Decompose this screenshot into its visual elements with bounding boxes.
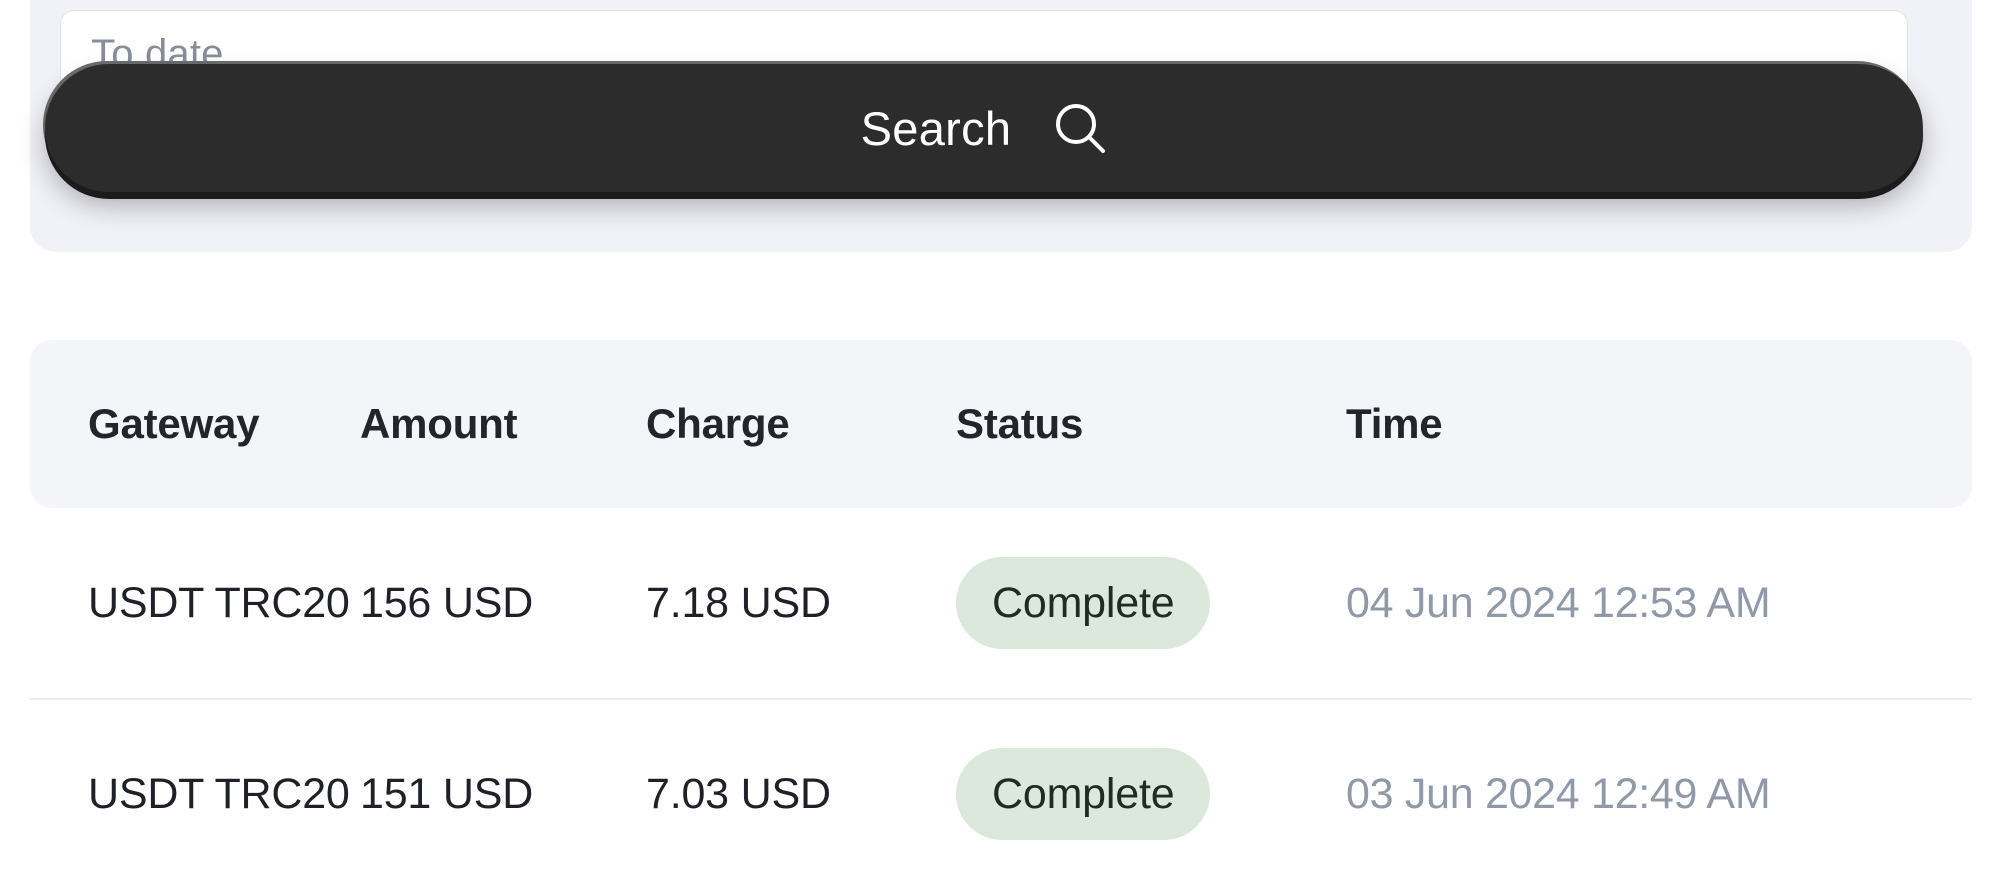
cell-charge: 7.03 USD	[646, 773, 956, 816]
transactions-table: Gateway Amount Charge Status Time USDT T…	[30, 340, 1972, 888]
column-header-amount: Amount	[360, 403, 646, 445]
search-icon	[1053, 101, 1107, 155]
cell-time: 03 Jun 2024 12:49 AM	[1346, 773, 1906, 816]
search-button-label: Search	[861, 105, 1012, 152]
status-badge: Complete	[956, 557, 1210, 649]
timestamp: 04 Jun 2024 12:53 AM	[1346, 579, 1770, 627]
cell-charge: 7.18 USD	[646, 582, 956, 625]
cell-gateway: USDT TRC20	[30, 582, 360, 625]
status-badge: Complete	[956, 748, 1210, 840]
table-row[interactable]: USDT TRC20 156 USD 7.18 USD Complete 04 …	[30, 508, 1972, 698]
search-filter-card: To date Search	[30, 0, 1972, 252]
column-header-time: Time	[1346, 403, 1906, 445]
search-button[interactable]: Search	[45, 64, 1923, 192]
table-header-row: Gateway Amount Charge Status Time	[30, 340, 1972, 508]
column-header-charge: Charge	[646, 403, 956, 445]
column-header-gateway: Gateway	[30, 403, 360, 445]
cell-status: Complete	[956, 748, 1346, 840]
column-header-status: Status	[956, 403, 1346, 445]
timestamp: 03 Jun 2024 12:49 AM	[1346, 770, 1770, 818]
cell-status: Complete	[956, 557, 1346, 649]
cell-amount: 156 USD	[360, 582, 646, 625]
cell-gateway: USDT TRC20	[30, 773, 360, 816]
cell-time: 04 Jun 2024 12:53 AM	[1346, 582, 1906, 625]
transactions-page: To date Search Gateway Amount Charge Sta…	[0, 0, 2006, 887]
cell-amount: 151 USD	[360, 773, 646, 816]
table-row[interactable]: USDT TRC20 151 USD 7.03 USD Complete 03 …	[30, 698, 1972, 888]
